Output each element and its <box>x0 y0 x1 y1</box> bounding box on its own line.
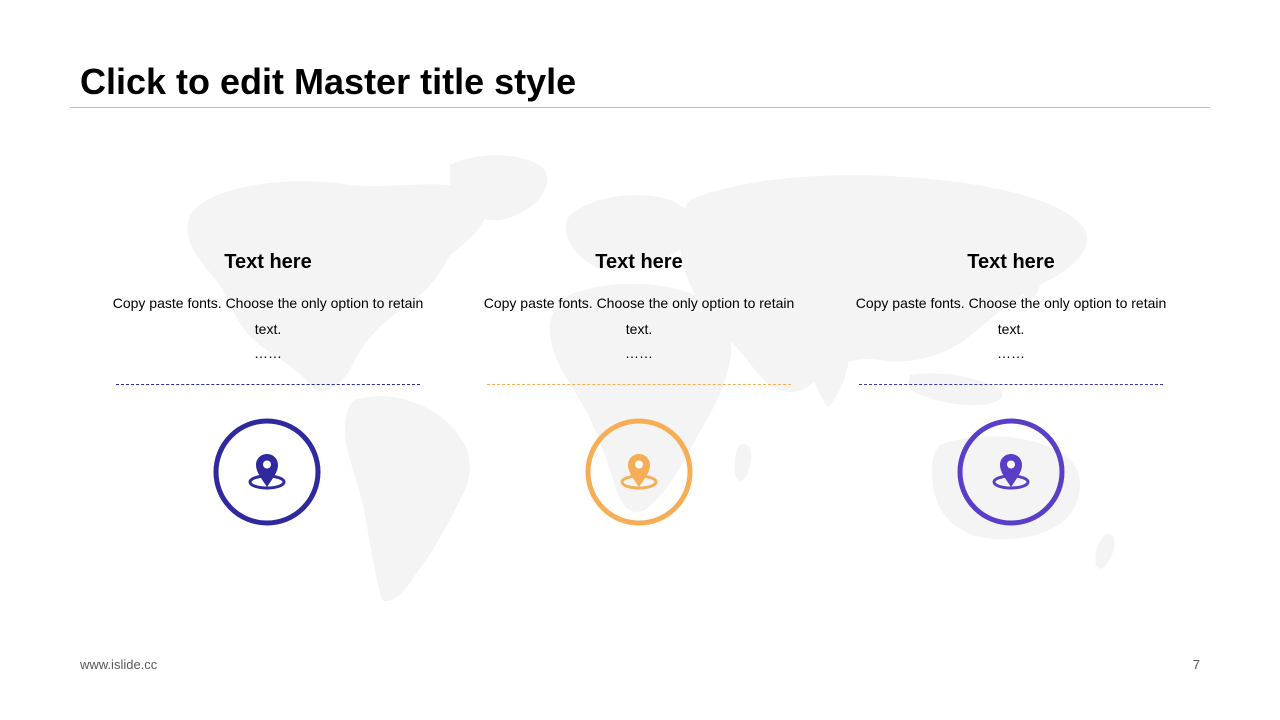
location-circle-2 <box>585 418 693 526</box>
column-ellipsis: …… <box>997 345 1025 361</box>
column-ellipsis: …… <box>625 345 653 361</box>
page-number: 7 <box>1192 657 1200 672</box>
column-body-text[interactable]: Copy paste fonts. Choose the only option… <box>469 290 809 342</box>
column-body-text[interactable]: Copy paste fonts. Choose the only option… <box>841 290 1181 342</box>
column-ellipsis: …… <box>254 345 282 361</box>
dashed-divider-1 <box>116 384 420 385</box>
feature-column-2: Text here Copy paste fonts. Choose the o… <box>469 248 809 362</box>
column-heading[interactable]: Text here <box>469 248 809 276</box>
slide: Click to edit Master title style Text he… <box>0 0 1280 720</box>
feature-column-1: Text here Copy paste fonts. Choose the o… <box>98 248 438 362</box>
madagascar-shape <box>734 444 752 481</box>
southeast-asia-shape <box>908 373 1002 406</box>
dashed-divider-3 <box>859 384 1163 385</box>
dashed-divider-2 <box>487 384 791 385</box>
location-circle-3 <box>957 418 1065 526</box>
south-america-shape <box>345 396 470 602</box>
slide-title[interactable]: Click to edit Master title style <box>80 60 576 104</box>
column-body-text[interactable]: Copy paste fonts. Choose the only option… <box>98 290 438 342</box>
location-pin-icon <box>213 418 321 526</box>
column-heading[interactable]: Text here <box>841 248 1181 276</box>
world-map-background <box>187 155 1115 602</box>
location-pin-icon <box>957 418 1065 526</box>
new-zealand-shape <box>1095 533 1115 569</box>
column-heading[interactable]: Text here <box>98 248 438 276</box>
location-circle-1 <box>213 418 321 526</box>
location-pin-icon <box>585 418 693 526</box>
feature-column-3: Text here Copy paste fonts. Choose the o… <box>841 248 1181 362</box>
footer-website: www.islide.cc <box>80 657 158 672</box>
title-divider <box>70 107 1210 108</box>
